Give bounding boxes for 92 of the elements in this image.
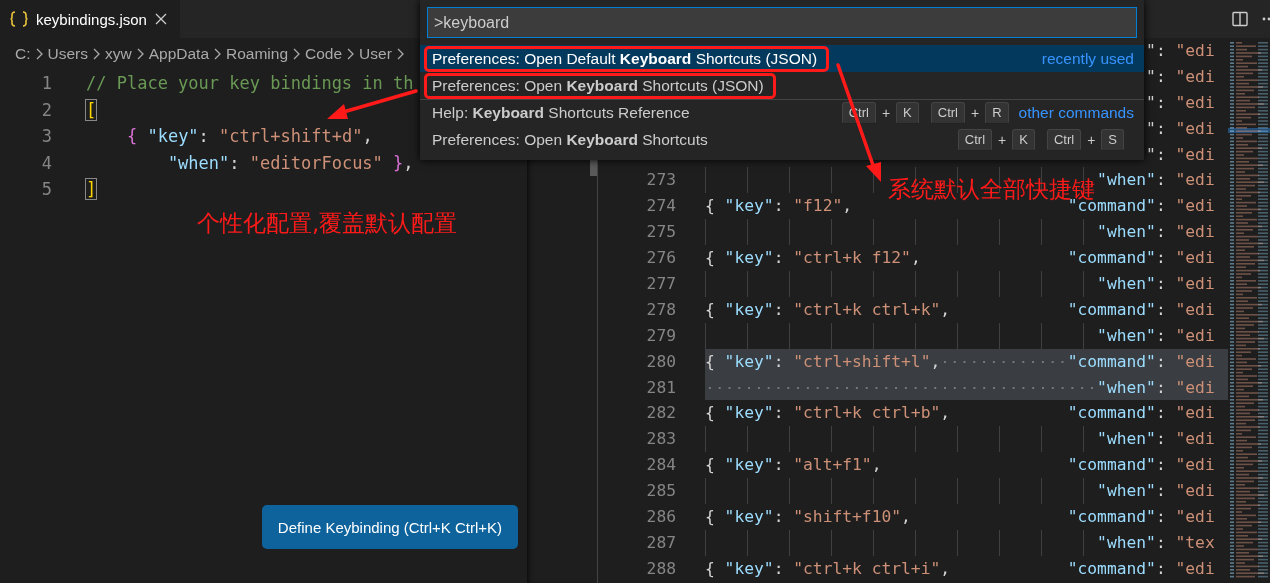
key-separator: + (970, 105, 980, 121)
json-file-icon (10, 11, 28, 27)
keycap: K (1012, 128, 1035, 151)
breadcrumb-item[interactable]: C: (15, 45, 31, 63)
command-input[interactable]: >keyboard (427, 7, 1137, 38)
command-detail: recently used (1041, 49, 1134, 68)
command-detail: other commands (1018, 104, 1134, 122)
breadcrumb-item[interactable]: Roaming (226, 45, 289, 63)
line-number: 285 (646, 481, 676, 501)
code-text: { "key": "ctrl+shift+l", (705, 350, 941, 373)
line-number: 274 (646, 196, 676, 216)
line-number: 287 (646, 532, 676, 552)
key-separator: + (998, 131, 1007, 148)
code-text: "when": "edi (1097, 428, 1215, 451)
code-text: "when": "edi (1097, 376, 1215, 399)
split-editor-icon[interactable] (1232, 11, 1248, 27)
breadcrumb-item[interactable]: Users (47, 45, 88, 63)
chevron-icon (396, 48, 404, 60)
code-text: "when": "edi (1097, 324, 1215, 347)
line-number: 284 (646, 455, 676, 475)
code-text: "command": "edi (1067, 557, 1215, 580)
line-number: 275 (646, 222, 676, 242)
code-text: "when": "tex (1097, 531, 1215, 554)
line-number: 3 (40, 125, 52, 148)
code-text: "when": "editorFocus" }, (167, 151, 414, 175)
code-text: "when": "edi (1097, 221, 1215, 244)
keycap: Ctrl (957, 128, 993, 151)
line-number: 273 (646, 170, 676, 190)
line-number: 2 (40, 98, 52, 122)
code-text: { "key": "ctrl+k ctrl+k", (705, 298, 951, 321)
chevron-icon (35, 48, 43, 60)
code-text: "command": "edi (1067, 402, 1215, 425)
code-text: "when": "edi (1097, 273, 1215, 295)
keycap: S (1101, 128, 1124, 151)
command-item[interactable]: Preferences: Open Keyboard Shortcuts (JSON) (420, 72, 1144, 99)
breadcrumb-item[interactable]: xyw (105, 45, 132, 63)
code-text: "command": "edi (1067, 298, 1215, 321)
code-text: ] (86, 178, 97, 201)
code-text: "command": "edi (1067, 454, 1215, 477)
key-separator: + (1087, 131, 1096, 148)
breadcrumb-item[interactable]: User (359, 45, 392, 63)
line-number: 278 (646, 299, 676, 319)
chevron-icon (214, 48, 221, 60)
command-item[interactable]: Preferences: Open Keyboard Shortcuts Ctrl + K Ctrl + S (420, 126, 1144, 153)
code-text: ": "edi (1146, 40, 1215, 62)
code-text: ": "edi (1146, 65, 1215, 88)
code-text: { "key": "ctrl+shift+d", (126, 125, 373, 148)
code-text: [ (86, 98, 97, 122)
chevron-icon (293, 48, 301, 60)
code-text: ": "edi (1146, 117, 1215, 140)
line-number: 286 (646, 507, 676, 527)
keycap: Ctrl (1046, 128, 1082, 151)
code-text: ": "edi (1146, 91, 1215, 114)
breadcrumb-item[interactable]: AppData (148, 45, 209, 63)
line-number: 283 (646, 429, 676, 449)
keycap: K (896, 102, 919, 124)
code-text: "command": "edi (1067, 506, 1215, 529)
line-number: 277 (646, 274, 676, 293)
code-text: { "key": "shift+f10", (705, 506, 911, 529)
chevron-icon (93, 48, 100, 60)
line-number: 1 (40, 72, 52, 95)
code-text: { "key": "ctrl+k ctrl+i", (705, 557, 951, 580)
keycap: R (985, 102, 1009, 124)
code-text: "when": "edi (1097, 480, 1215, 503)
line-number: 282 (646, 403, 676, 423)
line-number: 281 (646, 377, 676, 397)
code-text: "command": "edi (1067, 247, 1215, 270)
annotation-text: 个性化配置,覆盖默认配置 (197, 209, 458, 238)
editor-tab[interactable]: keybindings.json (0, 0, 180, 38)
chevron-icon (136, 48, 144, 60)
keycap: Ctrl (930, 102, 965, 124)
code-text: // Place your key bindings in th (86, 72, 414, 95)
code-text: { "key": "ctrl+k f12", (705, 247, 921, 270)
line-number: 280 (646, 351, 676, 371)
chevron-icon (347, 48, 355, 60)
code-text: "command": "edi (1067, 350, 1215, 373)
scrollbar-thumb[interactable] (590, 160, 597, 176)
close-icon[interactable] (154, 13, 167, 25)
line-number: 5 (40, 178, 52, 201)
define-keybinding-button[interactable]: Define Keybinding (Ctrl+K Ctrl+K) (262, 505, 518, 549)
line-number: 276 (646, 248, 676, 268)
key-separator: + (881, 105, 891, 121)
code-text: { "key": "alt+f1", (705, 454, 882, 477)
line-number: 4 (40, 151, 52, 175)
command-item[interactable]: Preferences: Open Default Keyboard Shortcuts (JSON) recently used (420, 45, 1144, 72)
code-text: "when": "edi (1097, 169, 1215, 192)
line-number: 279 (646, 325, 676, 345)
line-number: 288 (646, 558, 676, 578)
code-text: ": "edi (1146, 143, 1215, 166)
code-text: { "key": "ctrl+k ctrl+b", (705, 402, 951, 425)
code-text: { "key": "f12", (705, 195, 853, 218)
breadcrumb-item[interactable]: Code (305, 45, 343, 63)
